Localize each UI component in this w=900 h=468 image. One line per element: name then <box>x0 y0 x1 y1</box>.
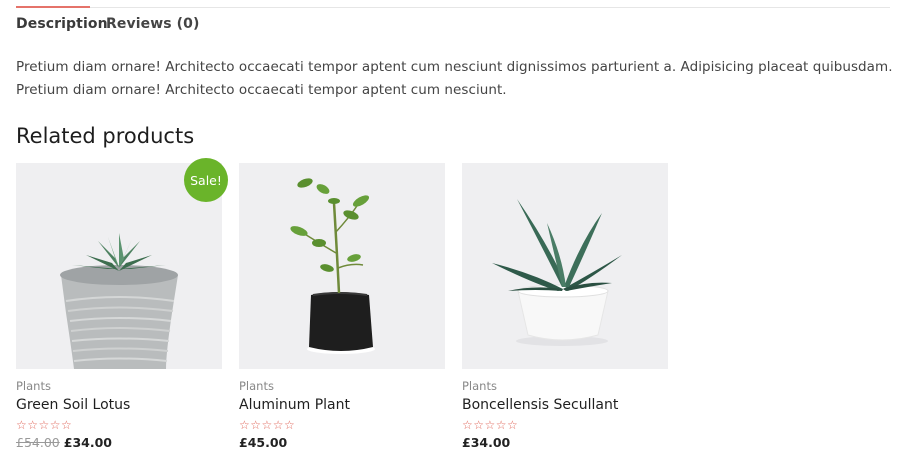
aloe-pot-image <box>462 163 668 369</box>
product-image[interactable] <box>239 163 445 369</box>
product-price: £54.00 £34.00 <box>16 435 112 450</box>
product-description: Pretium diam ornare! Architecto occaecat… <box>16 59 893 98</box>
sapling-bag-image <box>239 163 445 369</box>
product-card[interactable]: Plants Green Soil Lotus ☆☆☆☆☆ £54.00 £34.… <box>16 163 222 463</box>
product-name[interactable]: Boncellensis Secullant <box>462 397 618 413</box>
tab-reviews[interactable]: Reviews (0) <box>106 16 199 32</box>
old-price: £54.00 <box>16 435 60 450</box>
product-page: Description Reviews (0) Pretium diam orn… <box>0 0 900 468</box>
sale-badge: Sale! <box>184 158 228 202</box>
sale-price: £34.00 <box>63 435 112 450</box>
product-price: £45.00 <box>239 435 288 450</box>
star-rating: ☆☆☆☆☆ <box>239 418 296 432</box>
product-name[interactable]: Aluminum Plant <box>239 397 350 413</box>
product-image[interactable] <box>462 163 668 369</box>
product-card[interactable]: Plants Aluminum Plant ☆☆☆☆☆ £45.00 <box>239 163 445 463</box>
product-category[interactable]: Plants <box>462 379 497 393</box>
star-rating: ☆☆☆☆☆ <box>462 418 519 432</box>
product-name[interactable]: Green Soil Lotus <box>16 397 130 413</box>
tab-description[interactable]: Description <box>16 16 108 32</box>
product-category[interactable]: Plants <box>239 379 274 393</box>
active-tab-indicator <box>16 6 90 8</box>
product-category[interactable]: Plants <box>16 379 51 393</box>
product-price: £34.00 <box>462 435 511 450</box>
related-products-heading: Related products <box>16 124 195 148</box>
product-card[interactable]: Plants Boncellensis Secullant ☆☆☆☆☆ £34.… <box>462 163 668 463</box>
star-rating: ☆☆☆☆☆ <box>16 418 73 432</box>
tabs-divider <box>16 7 890 8</box>
